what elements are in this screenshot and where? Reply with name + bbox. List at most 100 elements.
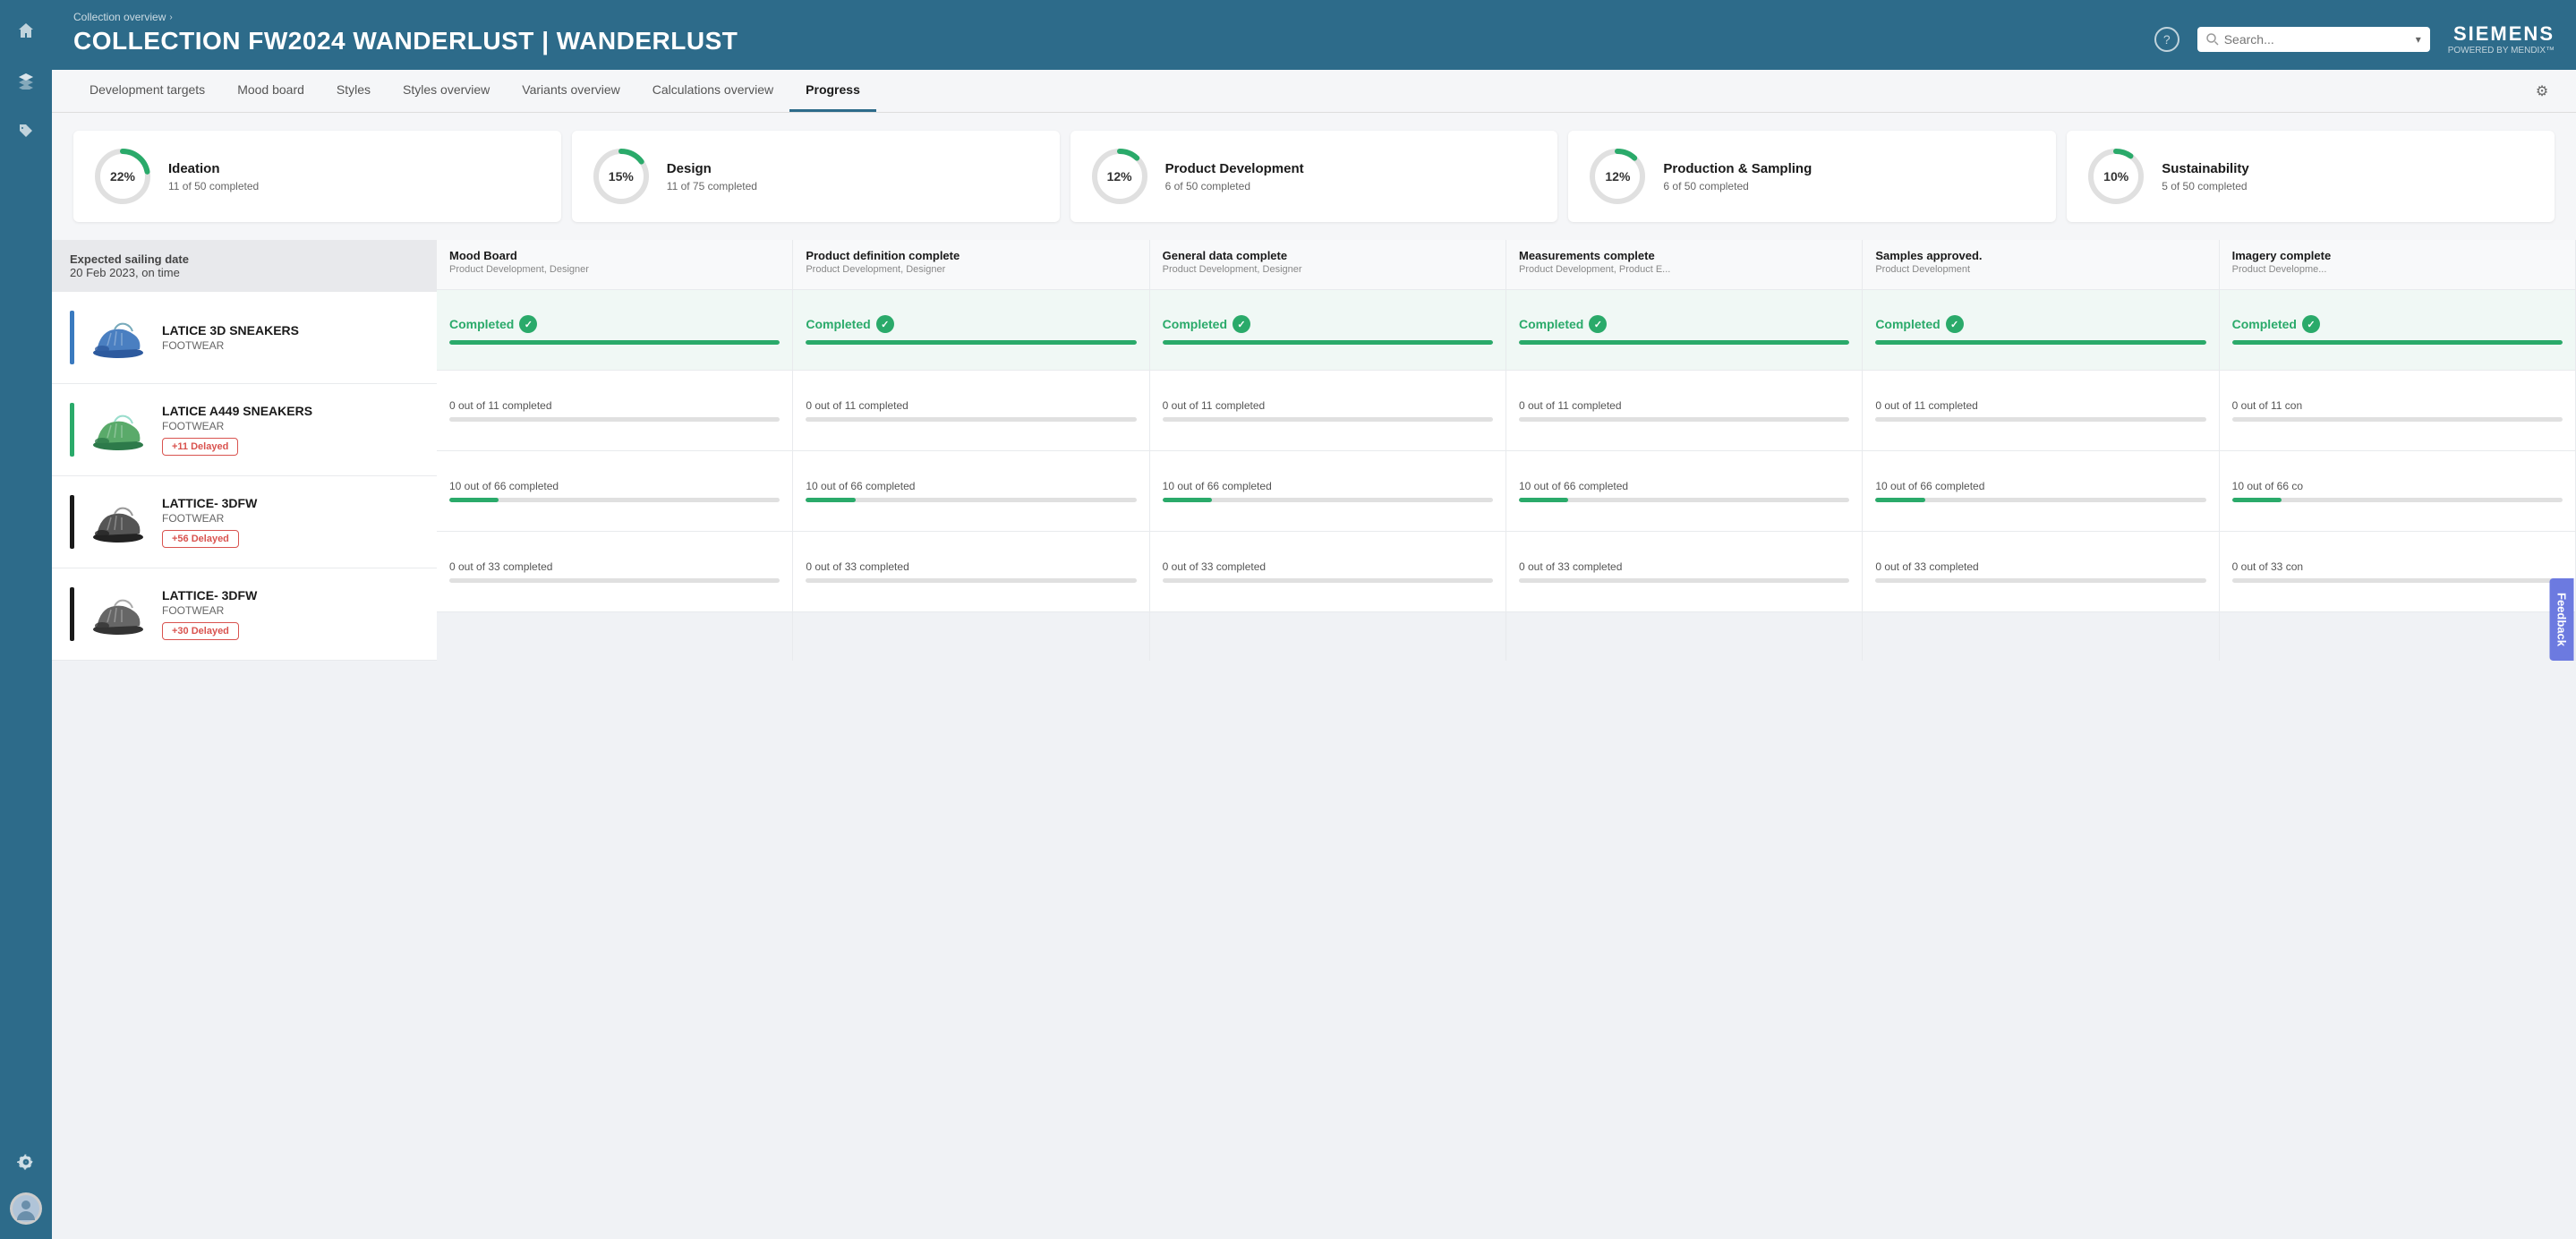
progress-bar-0-1: [806, 340, 1136, 345]
cell-1-1: 0 out of 11 completed: [793, 371, 1148, 451]
check-icon-0-0: ✓: [519, 315, 537, 333]
col-header-0: Mood Board Product Development, Designer: [437, 240, 792, 290]
progress-fill-2-1: [806, 498, 855, 502]
donut-2: 12%: [1088, 145, 1151, 208]
progress-bar-3-5: [2232, 578, 2563, 583]
progress-bar-1-3: [1519, 417, 1849, 422]
cell-text-3-2: 0 out of 33 completed: [1163, 560, 1493, 573]
progress-bar-1-0: [449, 417, 780, 422]
progress-fill-0-2: [1163, 340, 1493, 345]
col-header-1: Product definition complete Product Deve…: [793, 240, 1148, 290]
card-sub-1: 11 of 75 completed: [667, 180, 757, 192]
cell-text-3-0: 0 out of 33 completed: [449, 560, 780, 573]
cell-2-4: 10 out of 66 completed: [1863, 451, 2218, 532]
cell-0-4: Completed ✓: [1863, 290, 2218, 371]
data-col-3: Measurements complete Product Developmen…: [1506, 240, 1863, 661]
cell-text-2-1: 10 out of 66 completed: [806, 480, 1136, 492]
card-title-4: Sustainability: [2162, 161, 2249, 176]
sidebar: [0, 0, 52, 1239]
progress-fill-2-5: [2232, 498, 2282, 502]
product-info-3: LATTICE- 3DFW FOOTWEAR +30 Delayed: [162, 588, 419, 640]
table-wrapper: Expected sailing date 20 Feb 2023, on ti…: [52, 240, 2576, 661]
user-avatar[interactable]: [10, 1192, 42, 1225]
tab-mood-board[interactable]: Mood board: [221, 70, 320, 112]
feedback-tab[interactable]: Feedback: [2550, 578, 2574, 661]
color-bar-3: [70, 587, 74, 641]
product-info-0: LATICE 3D SNEAKERS FOOTWEAR: [162, 323, 419, 352]
cell-text-2-5: 10 out of 66 co: [2232, 480, 2563, 492]
tab-progress[interactable]: Progress: [789, 70, 876, 112]
progress-bar-1-1: [806, 417, 1136, 422]
cell-text-3-5: 0 out of 33 con: [2232, 560, 2563, 573]
progress-card-3: 12% Production & Sampling 6 of 50 comple…: [1568, 131, 2056, 222]
check-icon-0-5: ✓: [2302, 315, 2320, 333]
col-header-title-5: Imagery complete: [2232, 249, 2563, 262]
cell-status-0-4: Completed ✓: [1875, 315, 2205, 333]
tab-variants-overview[interactable]: Variants overview: [506, 70, 635, 112]
table-area: Expected sailing date 20 Feb 2023, on ti…: [52, 240, 2576, 1239]
search-input[interactable]: [2224, 32, 2410, 47]
col-header-sub-5: Product Developme...: [2232, 264, 2563, 275]
col-header-title-1: Product definition complete: [806, 249, 1136, 262]
donut-label-3: 12%: [1605, 169, 1630, 184]
data-col-5: Imagery complete Product Developme... Co…: [2220, 240, 2576, 661]
progress-fill-0-1: [806, 340, 1136, 345]
cell-status-0-0: Completed ✓: [449, 315, 780, 333]
cell-2-5: 10 out of 66 co: [2220, 451, 2575, 532]
product-row-2[interactable]: LATTICE- 3DFW FOOTWEAR +56 Delayed: [52, 476, 437, 568]
sidebar-tag[interactable]: [10, 115, 42, 147]
card-title-1: Design: [667, 161, 757, 176]
product-category-0: FOOTWEAR: [162, 339, 419, 352]
tab-styles[interactable]: Styles: [320, 70, 387, 112]
check-icon-0-4: ✓: [1946, 315, 1964, 333]
donut-0: 22%: [91, 145, 154, 208]
sidebar-layers[interactable]: [10, 64, 42, 97]
cell-text-3-1: 0 out of 33 completed: [806, 560, 1136, 573]
cell-0-3: Completed ✓: [1506, 290, 1862, 371]
progress-fill-0-3: [1519, 340, 1849, 345]
col-header-3: Measurements complete Product Developmen…: [1506, 240, 1862, 290]
cell-1-3: 0 out of 11 completed: [1506, 371, 1862, 451]
donut-label-0: 22%: [110, 169, 135, 184]
card-info-4: Sustainability 5 of 50 completed: [2162, 161, 2249, 192]
cell-1-2: 0 out of 11 completed: [1150, 371, 1506, 451]
sidebar-home[interactable]: [10, 14, 42, 47]
cell-status-0-1: Completed ✓: [806, 315, 1136, 333]
delay-badge-3: +30 Delayed: [162, 622, 239, 640]
cell-text-3-4: 0 out of 33 completed: [1875, 560, 2205, 573]
progress-card-4: 10% Sustainability 5 of 50 completed: [2067, 131, 2555, 222]
main-content: Collection overview › COLLECTION FW2024 …: [52, 0, 2576, 1239]
cell-1-0: 0 out of 11 completed: [437, 371, 792, 451]
card-info-2: Product Development 6 of 50 completed: [1165, 161, 1304, 192]
product-row-1[interactable]: LATICE A449 SNEAKERS FOOTWEAR +11 Delaye…: [52, 384, 437, 476]
product-name-1: LATICE A449 SNEAKERS: [162, 404, 419, 418]
tab-styles-overview[interactable]: Styles overview: [387, 70, 506, 112]
progress-card-2: 12% Product Development 6 of 50 complete…: [1070, 131, 1558, 222]
progress-bar-3-4: [1875, 578, 2205, 583]
nav-settings-icon[interactable]: ⚙: [2529, 79, 2555, 104]
col-header-title-4: Samples approved.: [1875, 249, 2205, 262]
search-dropdown-icon[interactable]: ▾: [2416, 33, 2421, 46]
card-sub-2: 6 of 50 completed: [1165, 180, 1304, 192]
cell-text-2-4: 10 out of 66 completed: [1875, 480, 2205, 492]
sidebar-settings[interactable]: [10, 1146, 42, 1178]
progress-bar-2-5: [2232, 498, 2563, 502]
cell-1-5: 0 out of 11 con: [2220, 371, 2575, 451]
data-col-2: General data complete Product Developmen…: [1150, 240, 1506, 661]
tab-calculations-overview[interactable]: Calculations overview: [636, 70, 789, 112]
card-info-3: Production & Sampling 6 of 50 completed: [1663, 161, 1812, 192]
progress-fill-2-4: [1875, 498, 1924, 502]
help-icon[interactable]: ?: [2154, 27, 2179, 52]
card-title-2: Product Development: [1165, 161, 1304, 176]
cell-3-3: 0 out of 33 completed: [1506, 532, 1862, 612]
product-row-3[interactable]: LATTICE- 3DFW FOOTWEAR +30 Delayed: [52, 568, 437, 661]
search-bar[interactable]: ▾: [2197, 27, 2430, 52]
tab-development-targets[interactable]: Development targets: [73, 70, 221, 112]
progress-card-1: 15% Design 11 of 75 completed: [572, 131, 1060, 222]
col-header-title-0: Mood Board: [449, 249, 780, 262]
cell-0-1: Completed ✓: [793, 290, 1148, 371]
cell-0-0: Completed ✓: [437, 290, 792, 371]
progress-fill-2-0: [449, 498, 499, 502]
product-row-0[interactable]: LATICE 3D SNEAKERS FOOTWEAR: [52, 292, 437, 384]
table-cols-right: Mood Board Product Development, Designer…: [437, 240, 2576, 661]
